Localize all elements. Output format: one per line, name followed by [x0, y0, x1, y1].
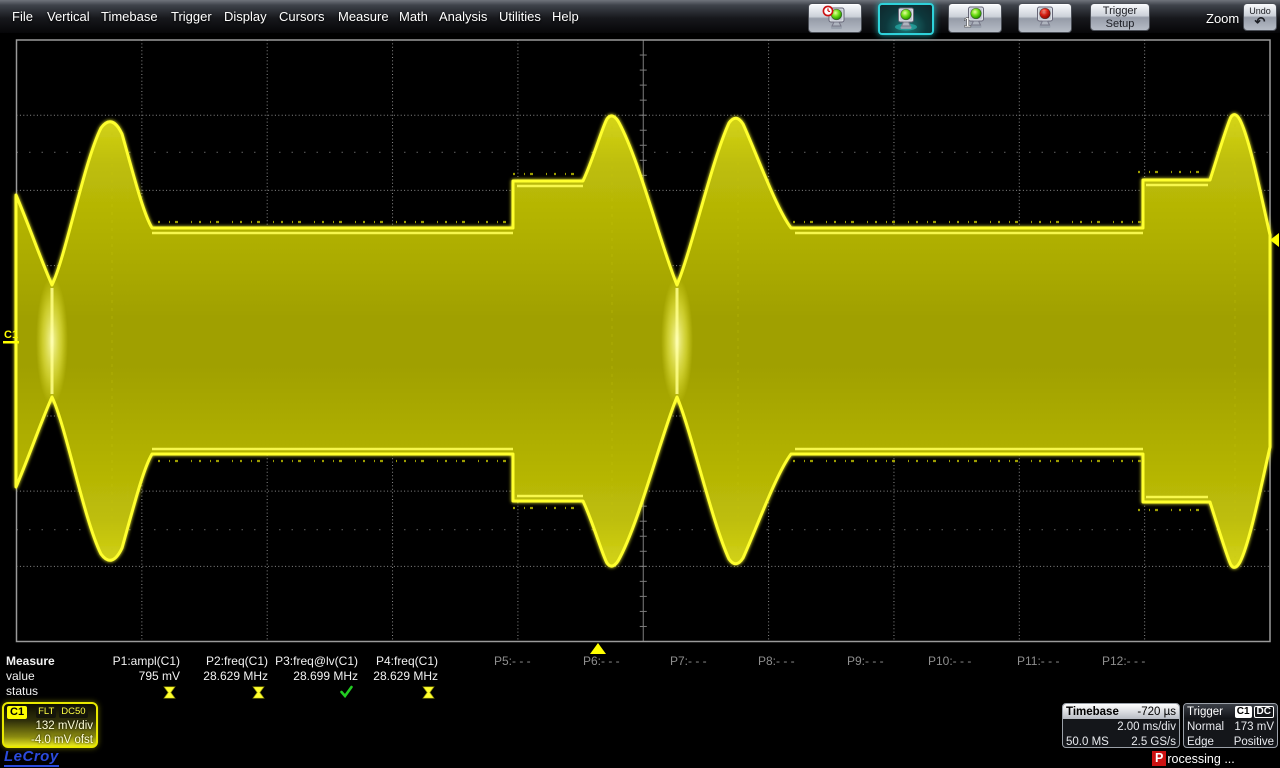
trigger-descriptor[interactable]: Trigger C1 DC Normal 173 mV Edge Positiv…	[1183, 703, 1278, 748]
measure-title: Measure	[6, 654, 55, 668]
channel-offset-value: -4.0 mV ofst	[7, 733, 93, 747]
measure-p12-label[interactable]: P12:- - -	[1102, 654, 1145, 668]
measure-p6-label[interactable]: P6:- - -	[583, 654, 620, 668]
channel-offset-label[interactable]: C1	[4, 329, 18, 341]
channel-filter-badge: FLT	[36, 706, 56, 718]
timebase-delay: -720 µs	[1137, 706, 1176, 718]
trigger-time-marker[interactable]	[590, 643, 606, 654]
timebase-scale: 2.00 ms/div	[1117, 721, 1176, 733]
p1-status-hourglass-icon	[163, 686, 176, 699]
trigger-level: 173 mV	[1234, 721, 1274, 733]
trigger-source-badge: C1	[1235, 706, 1252, 718]
processing-status: P rocessing ...	[1152, 751, 1235, 766]
trigger-title: Trigger	[1187, 706, 1223, 718]
channel-name-badge: C1	[7, 706, 27, 719]
waist-glow-center	[661, 277, 693, 405]
p4-status-hourglass-icon	[422, 686, 435, 699]
trigger-slope: Positive	[1234, 736, 1274, 748]
p2-status-hourglass-icon	[252, 686, 265, 699]
oscilloscope-screen: File Vertical Timebase Trigger Display C…	[0, 0, 1280, 768]
trigger-coupling-badge: DC	[1254, 706, 1274, 718]
trigger-mode: Normal	[1187, 721, 1224, 733]
measure-p9-label[interactable]: P9:- - -	[847, 654, 884, 668]
measure-p1-value: 795 mV	[98, 669, 180, 683]
timebase-samples: 50.0 MS	[1066, 736, 1109, 748]
measure-value-label: value	[6, 669, 35, 683]
measure-p2-label[interactable]: P2:freq(C1)	[186, 654, 268, 668]
timebase-rate: 2.5 GS/s	[1131, 736, 1176, 748]
measure-p10-label[interactable]: P10:- - -	[928, 654, 971, 668]
measure-p1-label[interactable]: P1:ampl(C1)	[98, 654, 180, 668]
waist-glow-left	[36, 277, 68, 405]
timebase-descriptor[interactable]: Timebase -720 µs 2.00 ms/div 50.0 MS 2.5…	[1062, 703, 1180, 748]
measure-p8-label[interactable]: P8:- - -	[758, 654, 795, 668]
channel-c1-descriptor[interactable]: C1 FLT DC50 132 mV/div -4.0 mV ofst	[2, 702, 98, 748]
measure-p4-value: 28.629 MHz	[352, 669, 438, 683]
timebase-title: Timebase	[1066, 706, 1119, 718]
measure-p4-label[interactable]: P4:freq(C1)	[352, 654, 438, 668]
processing-text: rocessing ...	[1167, 752, 1234, 766]
channel-offset-underline	[3, 341, 19, 344]
measure-p11-label[interactable]: P11:- - -	[1017, 654, 1059, 668]
channel-coupling-badge: DC50	[59, 706, 87, 718]
trigger-type: Edge	[1187, 736, 1214, 748]
channel-volts-per-div: 132 mV/div	[7, 719, 93, 733]
measure-p3-label[interactable]: P3:freq@lv(C1)	[262, 654, 358, 668]
measure-p2-value: 28.629 MHz	[186, 669, 268, 683]
measure-p3-value: 28.699 MHz	[262, 669, 358, 683]
measure-status-label: status	[6, 684, 38, 698]
waveform-display: C1	[0, 0, 1280, 768]
processing-indicator-badge: P	[1152, 751, 1166, 766]
lecroy-logo: LeCroy	[4, 749, 59, 767]
measure-p7-label[interactable]: P7:- - -	[670, 654, 707, 668]
measure-p5-label[interactable]: P5:- - -	[494, 654, 531, 668]
p3-status-check-icon	[340, 685, 353, 698]
waveform-envelope	[16, 115, 1270, 568]
